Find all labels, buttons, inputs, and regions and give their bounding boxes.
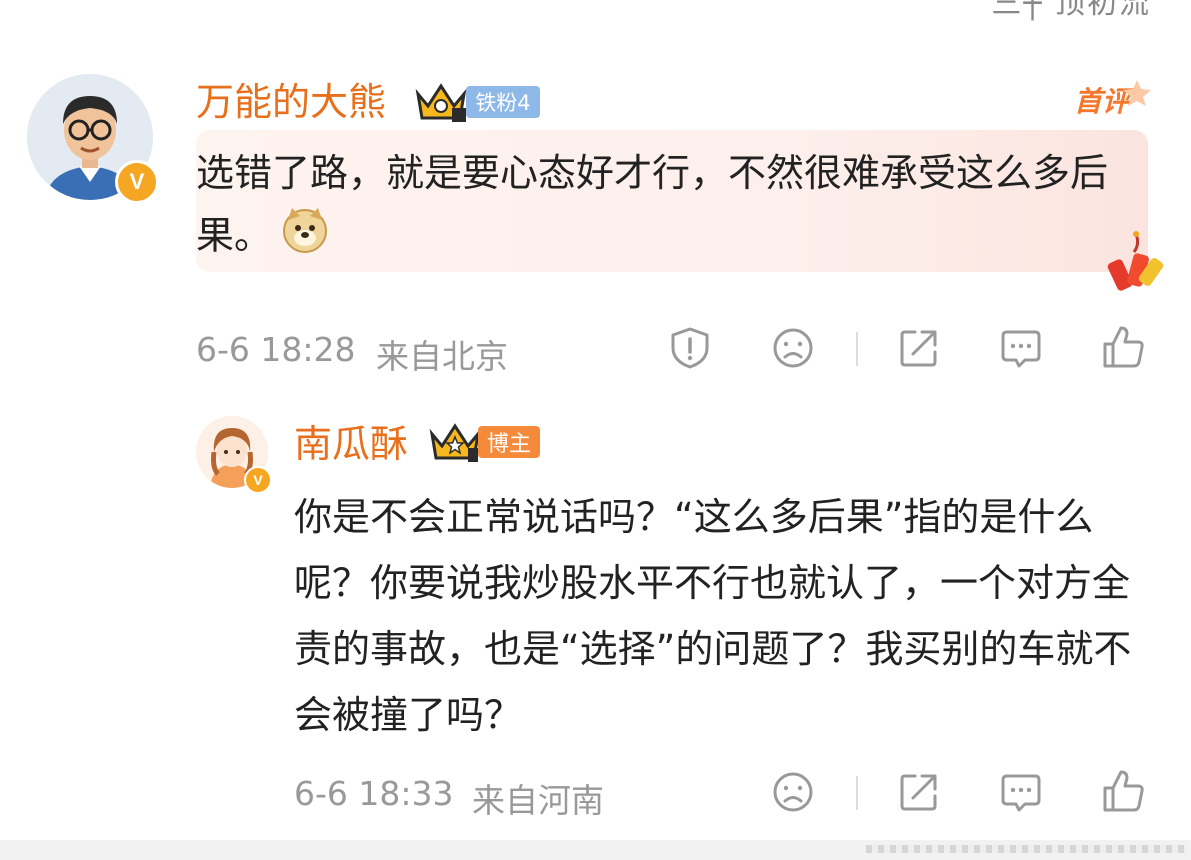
report-icon[interactable]: [668, 326, 712, 374]
scrollbar[interactable]: [866, 845, 1186, 853]
comment-location: 来自北京: [376, 337, 508, 376]
crown-icon: [414, 80, 468, 128]
fan-badge: 铁粉4: [466, 86, 540, 118]
doge-emoji: [280, 204, 330, 272]
comment-icon[interactable]: [999, 326, 1043, 374]
comment-text: 选错了路，就是要心态好才行，不然很难承受这么多后果。: [196, 151, 1109, 258]
reply-timestamp: 6-6 18:33: [294, 774, 454, 813]
comment-text-block: 选错了路，就是要心态好才行，不然很难承受这么多后果。: [196, 142, 1146, 272]
firecracker-icon: [1106, 230, 1166, 300]
top-cut-text: 三┼ 顶初流: [991, 0, 1151, 21]
verified-badge: V: [115, 160, 159, 204]
crown-icon: [428, 420, 482, 468]
dislike-icon[interactable]: [771, 770, 815, 818]
reply-text: 你是不会正常说话吗？“这么多后果”指的是什么呢？你要说我炒股水平不行也就认了，一…: [294, 495, 1132, 737]
dislike-icon[interactable]: [771, 326, 815, 374]
reply-verified-badge: V: [244, 466, 272, 494]
like-icon[interactable]: [1101, 324, 1145, 374]
comment-username[interactable]: 万能的大熊: [196, 78, 386, 126]
share-icon[interactable]: [897, 326, 941, 374]
comment-timestamp: 6-6 18:28: [196, 330, 356, 369]
reply-location: 来自河南: [472, 781, 604, 820]
like-icon[interactable]: [1101, 768, 1145, 818]
blogger-badge: 博主: [478, 426, 540, 458]
comment-icon[interactable]: [999, 770, 1043, 818]
reply-username[interactable]: 南瓜酥: [294, 420, 408, 468]
separator: [856, 776, 858, 810]
star-icon: [1122, 78, 1152, 112]
separator: [856, 332, 858, 366]
share-icon[interactable]: [897, 770, 941, 818]
